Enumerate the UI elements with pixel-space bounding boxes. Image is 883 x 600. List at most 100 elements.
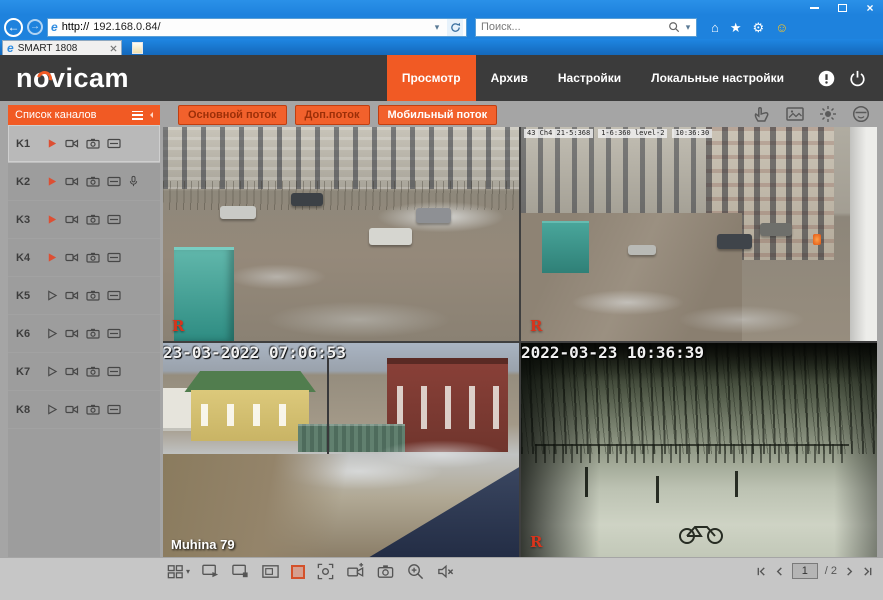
- mobile-stream-button[interactable]: Мобильный поток: [377, 105, 498, 125]
- microphone-icon[interactable]: [128, 175, 139, 188]
- snapshot-button[interactable]: [376, 562, 395, 581]
- channel-row-k1[interactable]: K1: [8, 125, 160, 163]
- camera-view-3[interactable]: 23-03-2022 07:06:53 Muhina 79: [163, 343, 519, 557]
- tab-live-view[interactable]: Просмотр: [386, 55, 476, 101]
- brightness-icon[interactable]: [818, 104, 838, 124]
- original-size-button[interactable]: [261, 562, 280, 581]
- tab-local-settings[interactable]: Локальные настройки: [636, 55, 799, 101]
- play-all-button[interactable]: [201, 562, 220, 581]
- settings-gear-icon[interactable]: ⚙: [753, 21, 765, 34]
- play-icon[interactable]: [46, 403, 58, 416]
- page-content: Список каналов K1 K2 K3 K4 K5 K6 K7 K8 О…: [0, 101, 883, 600]
- record-icon[interactable]: [65, 213, 79, 226]
- refresh-icon[interactable]: [447, 18, 463, 36]
- search-dropdown-icon[interactable]: ▾: [680, 19, 696, 36]
- play-icon[interactable]: [46, 251, 58, 264]
- snapshot-icon[interactable]: [86, 251, 100, 264]
- stream-monitor-icon[interactable]: [107, 289, 121, 302]
- snapshot-icon[interactable]: [86, 403, 100, 416]
- new-tab-button[interactable]: [132, 42, 143, 54]
- play-icon[interactable]: [46, 365, 58, 378]
- tab-settings[interactable]: Настройки: [543, 55, 636, 101]
- video-grid: R 43 Ch4 21-5:368 1-6:360 level-2 10:36:…: [163, 127, 877, 557]
- color-face-icon[interactable]: [851, 104, 871, 124]
- back-button[interactable]: ←: [4, 17, 23, 37]
- page-number-input[interactable]: [791, 563, 818, 579]
- play-icon[interactable]: [46, 289, 58, 302]
- channel-row-k2[interactable]: K2: [8, 163, 160, 201]
- snapshot-icon[interactable]: [86, 175, 100, 188]
- first-page-button[interactable]: [756, 566, 767, 577]
- stream-monitor-icon[interactable]: [107, 137, 121, 150]
- channel-row-k8[interactable]: K8: [8, 391, 160, 429]
- search-box[interactable]: ▾: [475, 17, 697, 37]
- alarm-info-icon[interactable]: [817, 69, 836, 88]
- play-icon[interactable]: [46, 137, 58, 150]
- main-nav: Просмотр Архив Настройки Локальные настр…: [386, 55, 799, 101]
- scene-car: [759, 223, 792, 237]
- record-icon[interactable]: [65, 327, 79, 340]
- snapshot-icon[interactable]: [86, 213, 100, 226]
- record-icon[interactable]: [65, 175, 79, 188]
- stream-monitor-icon[interactable]: [107, 213, 121, 226]
- window-minimize-button[interactable]: [807, 3, 821, 13]
- browser-tab[interactable]: e SMART 1808: [2, 40, 122, 55]
- collapse-arrow-icon[interactable]: [147, 112, 153, 118]
- channel-row-k5[interactable]: K5: [8, 277, 160, 315]
- channel-list-header[interactable]: Список каналов: [8, 105, 160, 125]
- tab-close-icon[interactable]: [110, 44, 117, 52]
- layout-grid-button[interactable]: ▾: [166, 562, 190, 581]
- power-logout-icon[interactable]: [848, 69, 867, 88]
- window-maximize-button[interactable]: [835, 3, 849, 13]
- home-icon[interactable]: ⌂: [711, 21, 719, 34]
- last-page-button[interactable]: [862, 566, 873, 577]
- camera-view-4[interactable]: 2022-03-23 10:36:39 R: [521, 343, 877, 557]
- search-icon[interactable]: [668, 21, 680, 33]
- snapshot-icon[interactable]: [86, 327, 100, 340]
- snapshot-icon[interactable]: [86, 289, 100, 302]
- osd-segment: 43 Ch4 21-5:368: [524, 129, 594, 138]
- favorites-star-icon[interactable]: ★: [730, 21, 742, 34]
- record-icon[interactable]: [65, 289, 79, 302]
- camera-view-1[interactable]: R: [163, 127, 519, 341]
- fullscreen-button[interactable]: [316, 562, 335, 581]
- stream-monitor-icon[interactable]: [107, 365, 121, 378]
- window-close-button[interactable]: ×: [863, 2, 877, 14]
- mute-button[interactable]: [436, 562, 455, 581]
- feedback-smiley-icon[interactable]: ☺: [775, 21, 788, 34]
- forward-button[interactable]: →: [27, 19, 43, 35]
- record-icon[interactable]: [65, 137, 79, 150]
- search-input[interactable]: [476, 21, 668, 33]
- snapshot-icon[interactable]: [86, 137, 100, 150]
- main-stream-button[interactable]: Основной поток: [178, 105, 287, 125]
- play-icon[interactable]: [46, 327, 58, 340]
- sub-stream-button[interactable]: Доп.поток: [294, 105, 370, 125]
- stop-active-button[interactable]: [291, 564, 306, 579]
- address-bar[interactable]: e http://192.168.0.84/ ▾: [47, 17, 467, 37]
- stream-monitor-icon[interactable]: [107, 327, 121, 340]
- snapshot-icon[interactable]: [86, 365, 100, 378]
- record-video-button[interactable]: [346, 562, 365, 581]
- next-page-button[interactable]: [844, 566, 855, 577]
- hand-ptz-icon[interactable]: [752, 104, 772, 124]
- image-adjust-icon[interactable]: [785, 104, 805, 124]
- stop-all-button[interactable]: [231, 562, 250, 581]
- stream-monitor-icon[interactable]: [107, 403, 121, 416]
- channel-row-k6[interactable]: K6: [8, 315, 160, 353]
- channel-row-k3[interactable]: K3: [8, 201, 160, 239]
- address-dropdown-icon[interactable]: ▾: [429, 19, 445, 36]
- tab-archive[interactable]: Архив: [476, 55, 543, 101]
- camera-view-2[interactable]: 43 Ch4 21-5:368 1-6:360 level-2 10:36:30…: [521, 127, 877, 341]
- list-menu-icon[interactable]: [132, 110, 143, 120]
- record-icon[interactable]: [65, 251, 79, 264]
- prev-page-button[interactable]: [774, 566, 785, 577]
- channel-row-k7[interactable]: K7: [8, 353, 160, 391]
- stream-monitor-icon[interactable]: [107, 175, 121, 188]
- stream-monitor-icon[interactable]: [107, 251, 121, 264]
- play-icon[interactable]: [46, 175, 58, 188]
- channel-row-k4[interactable]: K4: [8, 239, 160, 277]
- record-icon[interactable]: [65, 403, 79, 416]
- play-icon[interactable]: [46, 213, 58, 226]
- record-icon[interactable]: [65, 365, 79, 378]
- digital-zoom-button[interactable]: [406, 562, 425, 581]
